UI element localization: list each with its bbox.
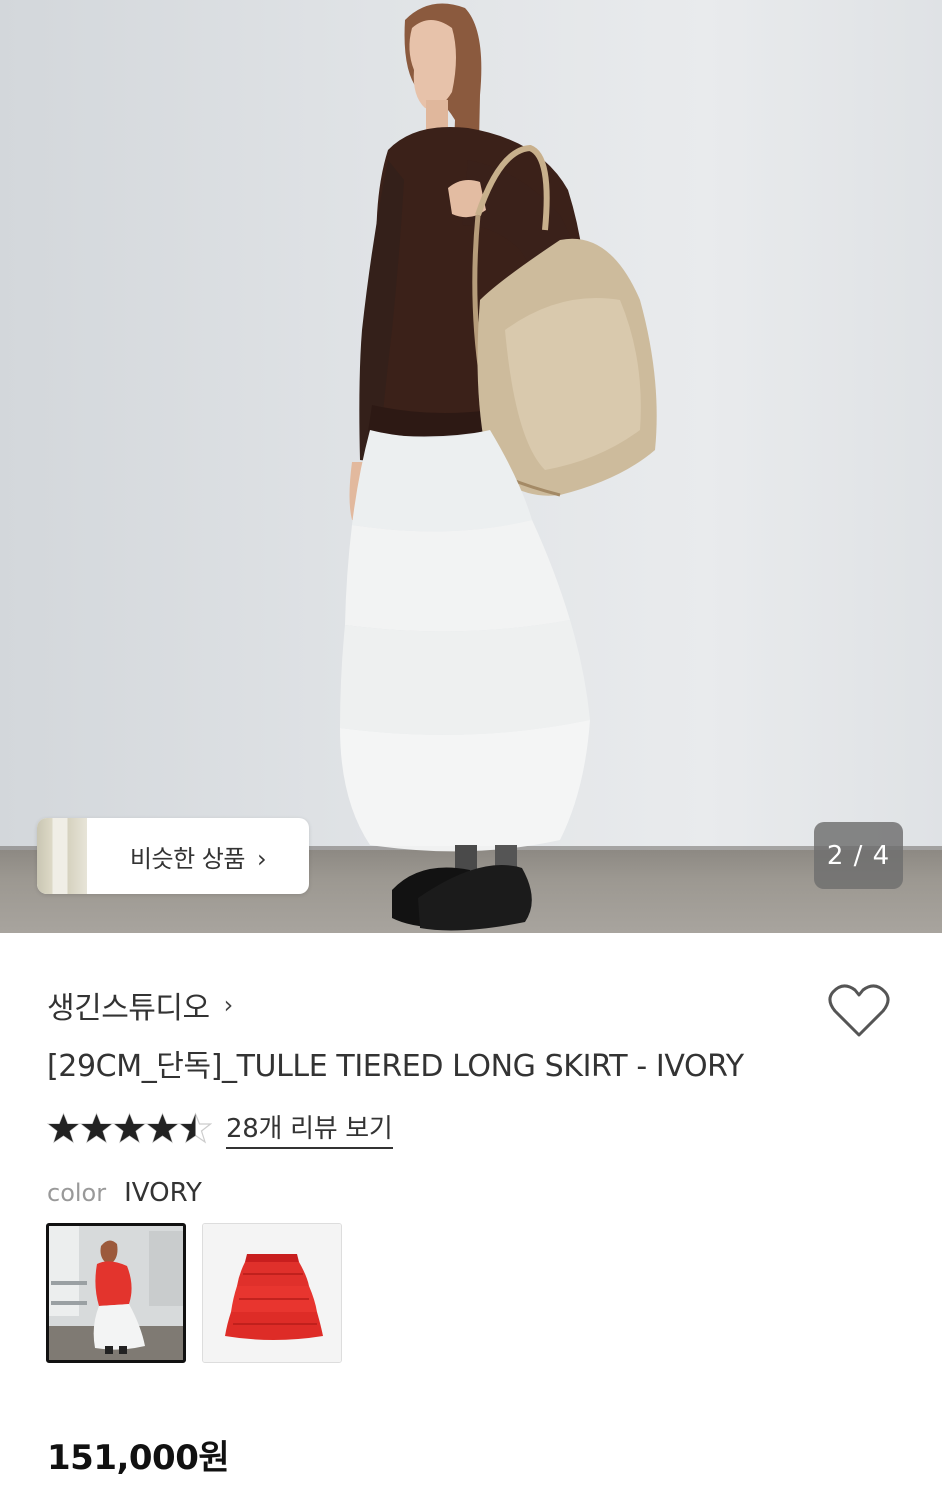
star-icon xyxy=(113,1112,146,1144)
swatch-red-image xyxy=(203,1224,341,1362)
product-price: 151,000원 xyxy=(47,1438,230,1478)
color-swatch-red[interactable] xyxy=(202,1223,342,1363)
image-page-indicator: 2 / 4 xyxy=(814,822,903,889)
star-icon xyxy=(146,1112,179,1144)
brand-name: 생긴스튜디오 xyxy=(47,991,210,1026)
product-detail-page: 비슷한 상품 › 2 / 4 생긴스튜디오 › [29CM_단독]_TULLE T… xyxy=(0,0,942,1500)
chevron-right-icon: › xyxy=(256,844,267,873)
color-option-row: color IVORY xyxy=(47,1178,202,1208)
rating-row: 28개 리뷰 보기 xyxy=(47,1106,393,1150)
star-icon xyxy=(179,1112,212,1144)
chevron-right-icon: › xyxy=(223,991,234,1019)
rating-stars xyxy=(47,1112,212,1144)
similar-products-thumbnail xyxy=(37,818,87,894)
swatch-ivory-image xyxy=(49,1226,183,1360)
wishlist-button[interactable] xyxy=(827,982,891,1040)
color-selected-value: IVORY xyxy=(124,1178,202,1208)
similar-products-label: 비슷한 상품 › xyxy=(87,839,309,874)
review-link[interactable]: 28개 리뷰 보기 xyxy=(226,1108,393,1149)
product-image-carousel[interactable]: 비슷한 상품 › 2 / 4 xyxy=(0,0,942,933)
similar-products-button[interactable]: 비슷한 상품 › xyxy=(37,818,309,894)
similar-products-text: 비슷한 상품 xyxy=(129,844,246,873)
star-icon xyxy=(47,1112,80,1144)
heart-outline-icon xyxy=(828,984,890,1037)
color-label: color xyxy=(47,1179,107,1207)
color-swatch-ivory[interactable] xyxy=(46,1223,186,1363)
product-title: [29CM_단독]_TULLE TIERED LONG SKIRT - IVOR… xyxy=(47,1049,744,1084)
product-photo-model xyxy=(340,3,657,931)
star-icon xyxy=(80,1112,113,1144)
brand-link[interactable]: 생긴스튜디오 › xyxy=(47,983,233,1027)
